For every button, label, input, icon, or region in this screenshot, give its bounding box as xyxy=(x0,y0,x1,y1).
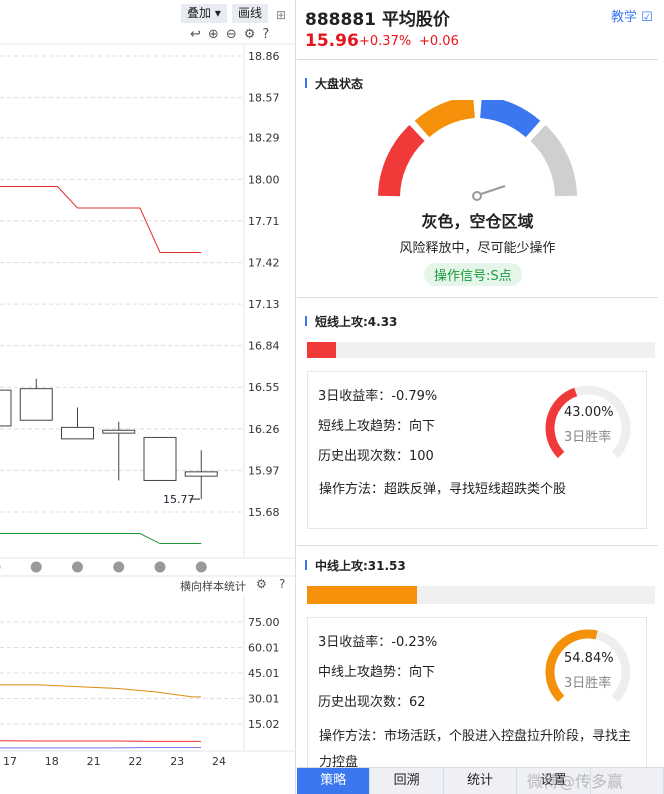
candle-body xyxy=(102,429,136,434)
value-tick: 15.02 xyxy=(248,718,280,731)
marker-dot xyxy=(195,561,207,573)
teach-label: 教学 xyxy=(611,10,638,25)
short-winrate-label: 3日胜率 xyxy=(564,430,612,445)
short-title: 短线上攻:4.33 xyxy=(304,313,397,330)
short-winrate: 43.00% xyxy=(564,405,614,420)
marker-dot xyxy=(113,561,125,573)
marker-dot xyxy=(30,561,42,573)
stock-pct: +0.37% xyxy=(359,34,412,49)
gauge-seg-gray xyxy=(530,124,577,197)
price-tick: 18.00 xyxy=(248,173,280,186)
market-desc: 风险释放中，尽可能少操作 xyxy=(399,241,556,256)
gauge-seg-blue xyxy=(479,100,541,138)
strategy-panel: 888881 平均股价 15.96 +0.37% +0.06 教学 ☑ 大盘状态… xyxy=(297,0,664,794)
mid-title: 中线上攻:31.53 xyxy=(305,557,406,574)
mid-trend: 中线上攻趋势：向下 xyxy=(318,665,436,680)
marker-dot xyxy=(0,564,1,570)
price-tick: 16.26 xyxy=(248,423,280,436)
gauge-seg-red xyxy=(378,124,425,197)
price-tick: 17.71 xyxy=(248,215,280,228)
date-tick: 18 xyxy=(45,755,59,768)
short-trend: 短线上攻趋势：向下 xyxy=(318,419,436,434)
tab-stats[interactable]: 统计 xyxy=(444,768,518,794)
market-title: 大盘状态 xyxy=(304,75,363,92)
red-line xyxy=(0,740,201,742)
short-section: 短线上攻:4.33 3日收益率：-0.79% 短线上攻趋势：向下 历史出现次数：… xyxy=(297,297,658,545)
gauge-needle-hub xyxy=(472,191,482,201)
market-section: 大盘状态 灰色，空仓区域 风险释放中，尽可能少操作 操作信号:S点 xyxy=(297,59,658,297)
price-tick: 17.42 xyxy=(248,256,280,269)
value-tick: 30.01 xyxy=(248,693,280,706)
mid-return: 3日收益率：-0.23% xyxy=(318,635,438,650)
mid-progress xyxy=(307,586,655,604)
stock-name: 888881 平均股价 xyxy=(305,10,450,30)
marker-dot xyxy=(72,561,83,573)
candle-body xyxy=(61,426,94,440)
price-tick: 18.86 xyxy=(248,50,280,63)
tab-strategy[interactable]: 策略 xyxy=(297,768,371,794)
price-tick: 15.97 xyxy=(248,464,280,477)
mid-section: 中线上攻:31.53 3日收益率：-0.23% 中线上攻趋势：向下 历史出现次数… xyxy=(297,545,658,777)
price-tick: 15.68 xyxy=(248,506,280,519)
candle-body xyxy=(143,436,177,481)
short-method: 操作方法：超跌反弹，寻找短线超跌类个股 xyxy=(319,482,567,497)
watermark: 微博@传多赢 xyxy=(527,772,624,791)
value-tick: 45.01 xyxy=(248,667,280,680)
value-tick: 75.00 xyxy=(248,616,280,629)
chart-panel: 叠加 ▾ 画线 ⊞ ↩⊕⊖⚙? 横向样本统计 ⚙ ? 18.86 18.57 18.… xyxy=(0,0,296,794)
date-tick: 21 xyxy=(87,755,101,768)
low-label: 15.77 xyxy=(163,493,195,506)
stock-price: 15.96 xyxy=(305,31,359,51)
price-tick: 16.84 xyxy=(248,340,280,353)
kline-chart[interactable]: 18.86 18.57 18.29 18.00 17.71 17.42 17.13 16.84… xyxy=(0,0,296,794)
short-box: 3日收益率：-0.79% 短线上攻趋势：向下 历史出现次数：100 操作方法：超… xyxy=(307,371,647,529)
orange-line xyxy=(0,684,201,698)
mid-winrate: 54.84% xyxy=(564,651,614,666)
mid-box: 3日收益率：-0.23% 中线上攻趋势：向下 历史出现次数：62 操作方法：市场… xyxy=(307,617,647,777)
mid-winrate-label: 3日胜率 xyxy=(564,676,612,691)
price-tick: 18.29 xyxy=(248,132,280,145)
market-gauge xyxy=(378,100,577,201)
checkbox-icon: ☑ xyxy=(641,10,653,25)
short-progress xyxy=(307,342,655,358)
value-tick: 60.01 xyxy=(248,641,280,654)
ring-fill xyxy=(545,387,578,459)
mid-progress-fill xyxy=(307,586,417,604)
short-count: 历史出现次数：100 xyxy=(318,449,434,464)
green-line xyxy=(0,533,202,545)
date-tick: 24 xyxy=(212,755,226,768)
tab-backtrack[interactable]: 回溯 xyxy=(370,768,444,794)
signal-badge: 操作信号:S点 xyxy=(424,263,522,286)
marker-dot xyxy=(154,561,166,573)
stock-change: +0.06 xyxy=(419,34,459,49)
teach-link[interactable]: 教学 ☑ xyxy=(611,6,653,25)
date-tick: 22 xyxy=(128,755,142,768)
gauge-seg-orange xyxy=(414,100,476,138)
short-return: 3日收益率：-0.79% xyxy=(318,389,438,404)
candle-body xyxy=(0,389,12,427)
gauge-needle xyxy=(480,185,506,195)
short-progress-fill xyxy=(307,342,337,358)
candle-body xyxy=(19,388,53,421)
price-tick: 16.55 xyxy=(248,381,280,394)
price-tick: 18.57 xyxy=(248,92,280,105)
price-tick: 17.13 xyxy=(248,298,280,311)
candle-body xyxy=(184,471,218,477)
mid-count: 历史出现次数：62 xyxy=(318,695,426,710)
red-line xyxy=(0,185,202,253)
market-status: 灰色，空仓区域 xyxy=(421,212,534,231)
date-tick: 17 xyxy=(3,755,17,768)
date-tick: 23 xyxy=(170,755,184,768)
